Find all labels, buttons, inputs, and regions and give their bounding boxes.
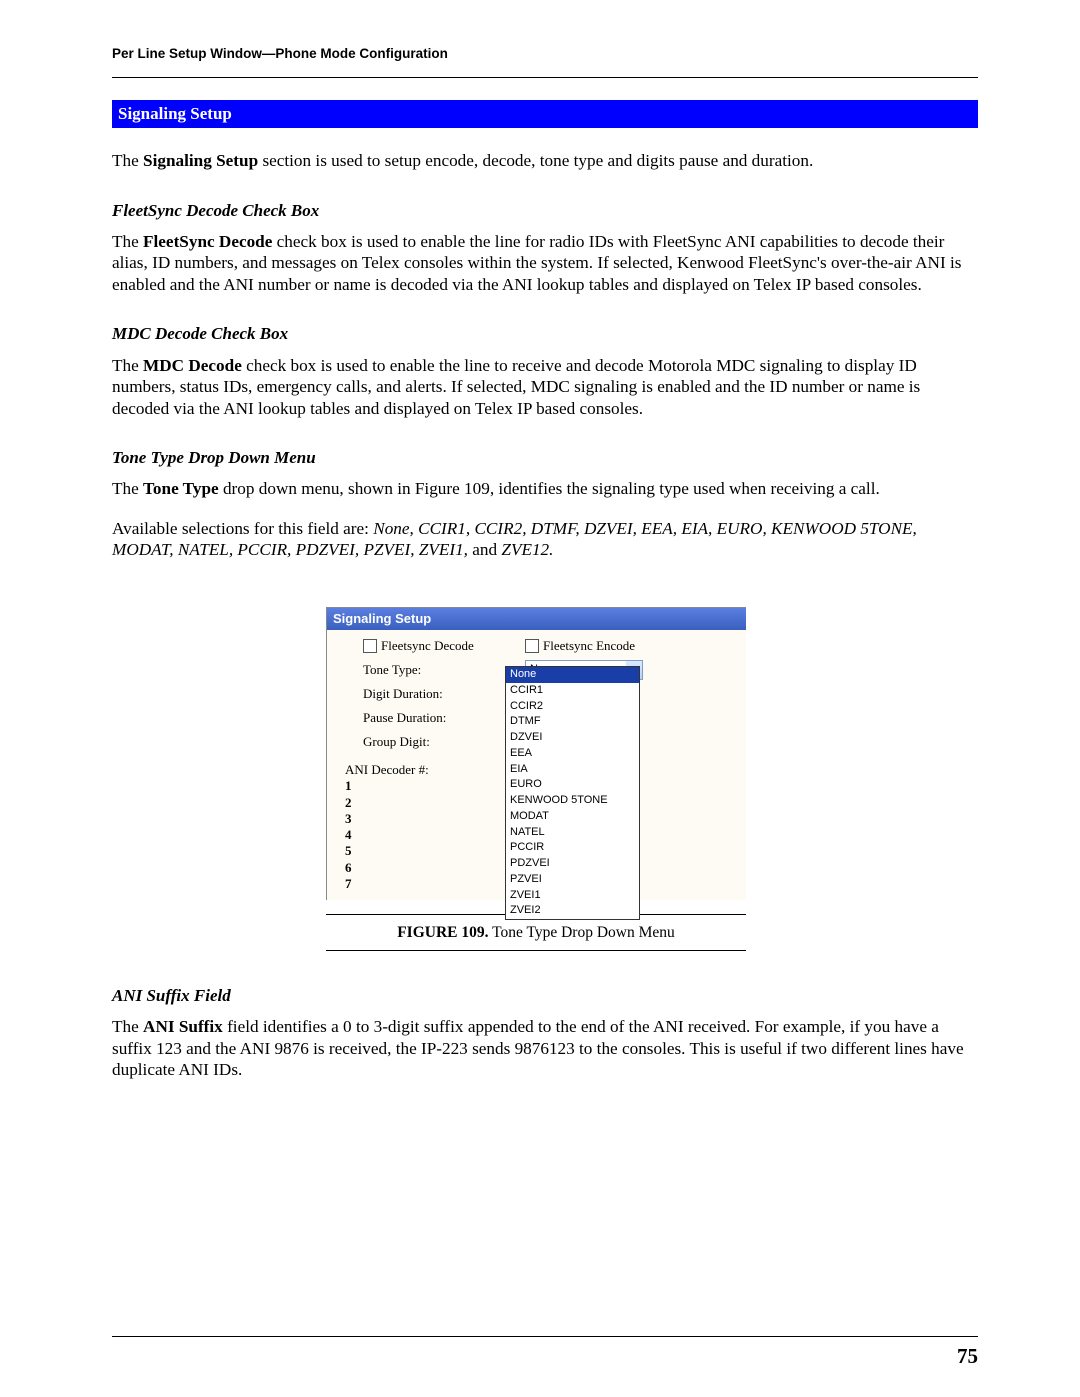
dropdown-option[interactable]: EIA (506, 762, 639, 778)
running-header: Per Line Setup Window—Phone Mode Configu… (112, 46, 978, 63)
page-footer: 75 (112, 1336, 978, 1369)
figure-109: Signaling Setup Fleetsync Decode Tone Ty… (326, 607, 746, 951)
subhead-fleetsync-decode: FleetSync Decode Check Box (112, 200, 978, 221)
dropdown-option[interactable]: DTMF (506, 714, 639, 730)
dropdown-option[interactable]: PDZVEI (506, 856, 639, 872)
caption-rule-bottom (326, 950, 746, 951)
figure-caption-text: Tone Type Drop Down Menu (489, 924, 675, 941)
mdc-decode-paragraph: The MDC Decode check box is used to enab… (112, 355, 978, 420)
dropdown-option[interactable]: CCIR2 (506, 699, 639, 715)
text: The (112, 1017, 143, 1036)
dropdown-option[interactable]: MODAT (506, 809, 639, 825)
dropdown-option[interactable]: PZVEI (506, 872, 639, 888)
section-bar-signaling-setup: Signaling Setup (112, 100, 978, 128)
intro-paragraph: The Signaling Setup section is used to s… (112, 150, 978, 172)
label: Fleetsync Decode (381, 638, 474, 654)
ani-suffix-paragraph: The ANI Suffix field identifies a 0 to 3… (112, 1016, 978, 1081)
text: section is used to setup encode, decode,… (258, 151, 813, 170)
dropdown-option[interactable]: None (506, 667, 639, 683)
pause-duration-label: Pause Duration: (363, 710, 446, 726)
figure-number: FIGURE 109. (397, 924, 488, 941)
group-digit-label: Group Digit: (363, 734, 430, 750)
footer-rule (112, 1336, 978, 1337)
page-number: 75 (112, 1343, 978, 1369)
ani-row-number: 2 (345, 795, 505, 811)
panel-title: Signaling Setup (327, 608, 746, 630)
label: Fleetsync Encode (543, 638, 635, 654)
ani-row-number: 3 (345, 811, 505, 827)
digit-duration-label: Digit Duration: (363, 686, 443, 702)
figure-caption: FIGURE 109. Tone Type Drop Down Menu (326, 923, 746, 942)
checkbox-icon (525, 639, 539, 653)
dropdown-option[interactable]: PCCIR (506, 840, 639, 856)
text: field identifies a 0 to 3-digit suffix a… (112, 1017, 964, 1079)
text-italic: ZVE12. (501, 540, 553, 559)
ani-row-number: 7 (345, 876, 505, 892)
text-bold: FleetSync Decode (143, 232, 272, 251)
ani-row-number: 1 (345, 778, 505, 794)
subhead-mdc-decode: MDC Decode Check Box (112, 323, 978, 344)
tone-type-paragraph-2: Available selections for this field are:… (112, 518, 978, 561)
text: and (468, 540, 501, 559)
checkbox-icon (363, 639, 377, 653)
fleetsync-decode-paragraph: The FleetSync Decode check box is used t… (112, 231, 978, 296)
subhead-tone-type: Tone Type Drop Down Menu (112, 447, 978, 468)
dropdown-option[interactable]: ZVEI2 (506, 903, 639, 919)
ani-row-number: 5 (345, 843, 505, 859)
text: The (112, 151, 143, 170)
text: The (112, 356, 143, 375)
tone-type-dropdown-list[interactable]: NoneCCIR1CCIR2DTMFDZVEIEEAEIAEUROKENWOOD… (505, 666, 640, 920)
tone-type-label: Tone Type: (363, 662, 421, 678)
fleetsync-decode-checkbox[interactable]: Fleetsync Decode (363, 636, 503, 656)
ani-decoder-header: ANI Decoder #: (345, 762, 505, 778)
dropdown-option[interactable]: EEA (506, 746, 639, 762)
dropdown-option[interactable]: NATEL (506, 825, 639, 841)
text-bold: Tone Type (143, 479, 219, 498)
signaling-setup-panel: Signaling Setup Fleetsync Decode Tone Ty… (326, 607, 746, 900)
subhead-ani-suffix: ANI Suffix Field (112, 985, 978, 1006)
text: The (112, 232, 143, 251)
text-bold: ANI Suffix (143, 1017, 223, 1036)
dropdown-option[interactable]: KENWOOD 5TONE (506, 793, 639, 809)
text-bold: Signaling Setup (143, 151, 258, 170)
tone-type-paragraph-1: The Tone Type drop down menu, shown in F… (112, 478, 978, 500)
fleetsync-encode-checkbox[interactable]: Fleetsync Encode (525, 636, 738, 656)
text: The (112, 479, 143, 498)
dropdown-option[interactable]: DZVEI (506, 730, 639, 746)
dropdown-option[interactable]: ZVEI1 (506, 888, 639, 904)
text-bold: MDC Decode (143, 356, 242, 375)
ani-row-number: 6 (345, 860, 505, 876)
dropdown-option[interactable]: EURO (506, 777, 639, 793)
text: Available selections for this field are: (112, 519, 373, 538)
header-rule (112, 77, 978, 78)
text: drop down menu, shown in Figure 109, ide… (219, 479, 880, 498)
ani-row-number: 4 (345, 827, 505, 843)
dropdown-option[interactable]: CCIR1 (506, 683, 639, 699)
